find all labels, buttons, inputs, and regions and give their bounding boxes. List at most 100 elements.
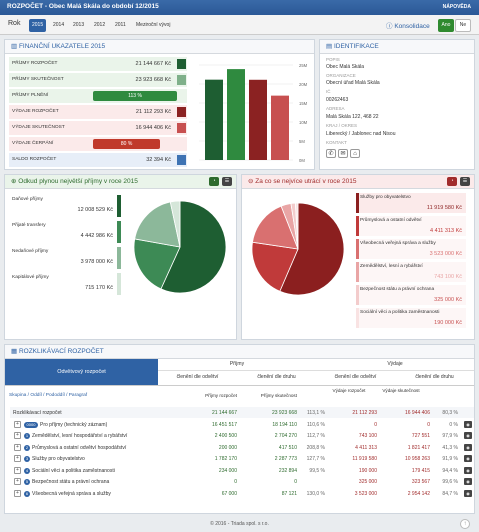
budget-drilldown-panel: ▦ ROZKLIKÁVACÍ ROZPOČET Odvětvový rozpoč…: [4, 344, 475, 514]
row-name: 2 Průmyslová a ostatní odvětví hospodářst…: [24, 444, 126, 451]
tab-multi-year[interactable]: Meziroční vývoj: [133, 19, 173, 32]
row-name: 1 Zemědělství, lesní hospodářství a rybář…: [24, 433, 127, 439]
expand-icon[interactable]: +: [14, 478, 21, 485]
row-cell: 91,9 %: [442, 456, 458, 462]
row-cell: 18 194 110: [272, 421, 297, 428]
income-value: 4 442 986 Kč: [80, 233, 113, 239]
breadcrumb[interactable]: Skupina / Oddíl / Pododdíl / Paragraf: [9, 393, 87, 398]
panel-header: ⊖ Za co se nejvíce utrácí v roce 2015 ◔ …: [242, 175, 474, 189]
group-number-badge: 0000: [24, 421, 38, 428]
chart-icon: ▥: [11, 43, 19, 50]
spending-swatch: [356, 216, 359, 236]
expense-by-sector-tab[interactable]: členění dle odvětví: [316, 374, 395, 380]
income-item[interactable]: Nedaňové příjmy 3 978 000 Kč: [9, 247, 121, 269]
tab-2012[interactable]: 2012: [91, 19, 108, 32]
scroll-up-right-icon[interactable]: ↑: [460, 519, 470, 529]
row-cell: 11 919 580: [352, 456, 377, 462]
table-row[interactable]: +1 Zemědělství, lesní hospodářství a rybá…: [10, 430, 474, 441]
label-kontakt: KONTAKT: [326, 140, 347, 145]
row-cell: 323 567: [411, 479, 430, 485]
table-row[interactable]: Rozklikávací rozpočet 21 144 667 23 923 66…: [10, 407, 474, 418]
row-cell: 743 100: [358, 433, 377, 439]
eye-icon[interactable]: ◉: [464, 420, 472, 428]
expand-icon[interactable]: +: [14, 432, 21, 439]
row-cell: 208,8 %: [306, 444, 325, 451]
kpi-row: VÝDAJE SKUTEČNOST 16 944 406 Kč: [9, 121, 187, 135]
row-label: Rozklikávací rozpočet: [13, 410, 62, 416]
pie-chart-icon[interactable]: ◔: [209, 177, 219, 186]
eye-icon[interactable]: ◉: [464, 466, 472, 474]
expand-icon[interactable]: +: [14, 489, 21, 497]
spending-swatch: [356, 285, 359, 305]
kpi-label: VÝDAJE ČERPÁNÍ: [12, 141, 54, 146]
y-tick-label: 20M: [299, 82, 308, 87]
spending-item[interactable]: Průmyslová a ostatní odvětví 4 411 313 Kč: [356, 216, 466, 236]
tab-2013[interactable]: 2013: [70, 19, 87, 32]
home-icon[interactable]: ⌂: [350, 149, 360, 158]
consolidation-no-button[interactable]: Ne: [455, 19, 471, 32]
label-popis: POPIS: [326, 57, 340, 62]
tab-2011[interactable]: 2011: [112, 19, 129, 32]
eye-icon[interactable]: ◉: [464, 443, 472, 451]
row-cell: 84,7 %: [442, 490, 458, 497]
spending-value: 3 523 000 Kč: [429, 251, 462, 257]
income-swatch: [117, 195, 121, 217]
kpi-label: PŘÍJMY SKUTEČNOST: [12, 77, 64, 82]
spending-item[interactable]: Služby pro obyvatelstvo 11 919 580 Kč: [356, 193, 466, 213]
phone-icon[interactable]: ✆: [326, 149, 336, 158]
eye-icon[interactable]: ◉: [464, 478, 472, 485]
spending-item[interactable]: Zemědělství, lesní a rybářství 743 100 Kč: [356, 262, 466, 282]
table-row[interactable]: +6 Všeobecná veřejná správa a služby 67 00…: [10, 488, 474, 499]
spending-item[interactable]: Bezpečnost státu a právní ochrana 325 000…: [356, 285, 466, 305]
year-label: Rok: [8, 20, 21, 27]
income-item[interactable]: Přijaté transfery 4 442 986 Kč: [9, 221, 121, 243]
help-link[interactable]: NÁPOVĚDA: [443, 4, 471, 10]
income-by-type-tab[interactable]: členění dle druhu: [237, 374, 316, 380]
row-cell: 4 411 313: [355, 444, 377, 451]
table-row[interactable]: +4 Sociální věci a politika zaměstnanosti…: [10, 465, 474, 476]
eye-icon[interactable]: ◉: [464, 432, 472, 439]
expand-icon[interactable]: +: [14, 466, 21, 474]
row-label: Pro příjmy (technický záznam): [40, 421, 108, 428]
table-row[interactable]: +2 Průmyslová a ostatní odvětví hospodářs…: [10, 442, 474, 453]
tab-2014[interactable]: 2014: [50, 19, 67, 32]
income-item[interactable]: Kapitálové příjmy 715 170 Kč: [9, 273, 121, 295]
expand-icon[interactable]: +: [14, 455, 21, 462]
income-by-sector-tab[interactable]: členění dle odvětví: [158, 374, 237, 380]
y-tick-label: 0M: [299, 158, 305, 163]
email-icon[interactable]: ✉: [338, 149, 348, 158]
kpi-bar: [271, 95, 289, 160]
spending-item[interactable]: Sociální věci a politika zaměstnanosti 19…: [356, 308, 466, 328]
table-row[interactable]: +3 Služby pro obyvatelstvo 1 782 170 2 287 …: [10, 453, 474, 464]
consolidation-yes-button[interactable]: Ano: [438, 19, 454, 32]
kpi-label: PŘÍJMY ROZPOČET: [12, 61, 58, 66]
tab-2015[interactable]: 2015: [29, 19, 47, 32]
group-expense: Výdaje: [387, 361, 403, 367]
pie-chart-icon[interactable]: ◔: [447, 177, 457, 186]
spending-item[interactable]: Všeobecná veřejná správa a služby 3 523 0…: [356, 239, 466, 259]
value-adresa: Malá Skála 122, 468 22: [326, 114, 379, 120]
table-icon[interactable]: ☰: [460, 177, 470, 186]
kpi-row: VÝDAJE ČERPÁNÍ 80 %: [9, 137, 187, 151]
col-income-actual: Příjmy skutečnost: [260, 393, 297, 398]
table-icon[interactable]: ☰: [222, 177, 232, 186]
group-number-badge: 5: [24, 479, 30, 485]
kpi-label: PŘÍJMY PLNĚNÍ: [12, 93, 49, 98]
eye-icon[interactable]: ◉: [464, 455, 472, 462]
expand-icon[interactable]: +: [14, 443, 21, 451]
row-cell: 190 000: [358, 467, 377, 474]
income-label: Přijaté transfery: [12, 223, 46, 228]
spending-label: Bezpečnost státu a právní ochrana: [360, 287, 435, 292]
table-row[interactable]: +0000 Pro příjmy (technický záznam) 16 451…: [10, 419, 474, 430]
tab-sector-budget[interactable]: Odvětvový rozpočet: [5, 359, 158, 385]
row-cell: 130,0 %: [306, 490, 325, 497]
row-cell: 417 510: [278, 444, 297, 451]
expand-icon[interactable]: +: [14, 420, 21, 428]
table-row[interactable]: +5 Bezpečnost státu a právní ochrana 0 0 325…: [10, 476, 474, 487]
row-name: 6 Všeobecná veřejná správa a služby: [24, 490, 111, 497]
income-item[interactable]: Daňové příjmy 12 008 529 Kč: [9, 195, 121, 217]
panel-title: IDENTIFIKACE: [333, 43, 379, 50]
expense-by-type-tab[interactable]: členění dle druhu: [395, 374, 474, 380]
eye-icon[interactable]: ◉: [464, 489, 472, 497]
spending-value: 11 919 580 Kč: [426, 205, 462, 211]
